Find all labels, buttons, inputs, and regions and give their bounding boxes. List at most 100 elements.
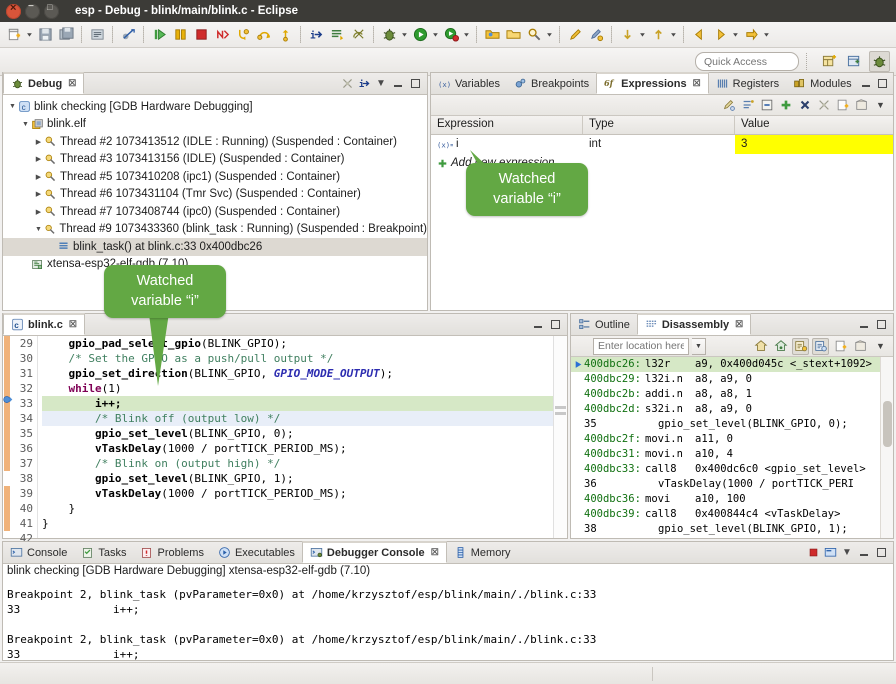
pencil-icon[interactable] — [565, 25, 585, 45]
previous-annotation-dropdown[interactable] — [669, 26, 678, 44]
maximize-icon[interactable] — [874, 318, 888, 332]
minimize-icon[interactable] — [531, 318, 545, 332]
forward-arrow-dropdown[interactable] — [762, 26, 771, 44]
tab-variables[interactable]: (x)= Variables — [431, 73, 507, 94]
run-launch-icon[interactable] — [410, 25, 430, 45]
instruction-stepping-icon[interactable]: i — [357, 77, 371, 91]
open-folder-icon[interactable] — [503, 25, 523, 45]
disconnect-icon[interactable] — [212, 25, 232, 45]
maximize-icon[interactable] — [876, 77, 890, 91]
debug-launch-dropdown[interactable] — [400, 26, 409, 44]
console-output[interactable]: Breakpoint 2, blink_task (pvParameter=0x… — [3, 581, 893, 660]
scrollbar-thumb[interactable] — [883, 401, 892, 447]
remove-all-icon[interactable] — [815, 97, 832, 114]
markocc-icon[interactable] — [586, 25, 606, 45]
disassembly-line[interactable]: 400dbc2b: addi.n a8, a8, 1 — [571, 387, 893, 402]
new-watchlist-icon[interactable] — [834, 97, 851, 114]
show-logical-structure-icon[interactable] — [739, 97, 756, 114]
disassembly-line[interactable]: 400dbc39: call8 0x400844c4 <vTaskDelay> — [571, 507, 893, 522]
debug-tree-row[interactable]: Thread #9 1073433360 (blink_task : Runni… — [3, 221, 427, 239]
view-menu-icon[interactable]: ▼ — [872, 338, 889, 355]
chevron-down-icon[interactable] — [7, 103, 18, 110]
debug-launch-icon[interactable] — [379, 25, 399, 45]
disassembly-list[interactable]: 400dbc26: l32r a9, 0x400d045c <_stext+10… — [571, 357, 893, 538]
back-navigation-icon[interactable] — [689, 25, 709, 45]
minimize-icon[interactable] — [857, 546, 871, 560]
build-all-icon[interactable] — [87, 25, 107, 45]
use-step-filters-icon[interactable] — [348, 25, 368, 45]
breakpoint-icon[interactable] — [2, 394, 13, 405]
open-perspective-icon[interactable] — [819, 51, 840, 72]
disassembly-line[interactable]: 400dbc36: movi a10, 100 — [571, 492, 893, 507]
next-annotation-icon[interactable] — [617, 25, 637, 45]
suspend-icon[interactable] — [170, 25, 190, 45]
tab-tasks[interactable]: Tasks — [74, 542, 133, 563]
external-tools-dropdown[interactable] — [462, 26, 471, 44]
column-header-value[interactable]: Value — [735, 116, 893, 134]
disassembly-line[interactable]: 400dbc33: call8 0x400dc6c0 <gpio_set_lev… — [571, 462, 893, 477]
tab-memory[interactable]: Memory — [447, 542, 518, 563]
location-input[interactable] — [593, 338, 689, 355]
tab-expressions[interactable]: 6f Expressions ☒ — [596, 72, 709, 94]
terminate-icon[interactable] — [806, 546, 820, 560]
debug-tree-row[interactable]: blink.elf — [3, 116, 427, 134]
disassembly-line[interactable]: 400dbc29: l32i.n a8, a9, 0 — [571, 372, 893, 387]
debug-tree-row[interactable]: c blink checking [GDB Hardware Debugging… — [3, 98, 427, 116]
debug-tree-row[interactable]: Thread #5 1073410208 (ipc1) (Suspended :… — [3, 168, 427, 186]
show-type-names-icon[interactable] — [720, 97, 737, 114]
maximize-icon[interactable] — [548, 318, 562, 332]
save-all-icon[interactable] — [56, 25, 76, 45]
close-icon[interactable]: ☒ — [69, 319, 77, 330]
pin-view-icon[interactable] — [852, 338, 869, 355]
disassembly-line[interactable]: 400dbc2d: s32i.n a8, a9, 0 — [571, 402, 893, 417]
debug-tree-row[interactable]: Thread #6 1073431104 (Tmr Svc) (Suspende… — [3, 186, 427, 204]
disassembly-line[interactable]: 400dbc2f: movi.n a11, 0 — [571, 432, 893, 447]
minimize-icon[interactable] — [391, 77, 405, 91]
forward-dropdown[interactable] — [731, 26, 740, 44]
skip-breakpoints-icon[interactable] — [118, 25, 138, 45]
debug-tree-row[interactable]: Thread #7 1073408744 (ipc0) (Suspended :… — [3, 203, 427, 221]
location-dropdown-icon[interactable]: ▼ — [692, 338, 706, 355]
new-view-icon[interactable] — [832, 338, 849, 355]
maximize-icon[interactable] — [874, 546, 888, 560]
chevron-right-icon[interactable] — [33, 155, 44, 163]
goto-pc-icon[interactable] — [772, 338, 789, 355]
cpp-perspective-icon[interactable] — [844, 51, 865, 72]
editor-overview-ruler[interactable] — [553, 336, 567, 538]
instruction-stepping-icon[interactable]: i — [306, 25, 326, 45]
new-wizard-icon[interactable] — [4, 25, 24, 45]
tab-blink-c[interactable]: c blink.c ☒ — [3, 313, 85, 335]
forward-navigation-icon[interactable] — [710, 25, 730, 45]
debug-tree-row[interactable]: Thread #2 1073413512 (IDLE : Running) (S… — [3, 133, 427, 151]
close-icon[interactable]: ☒ — [693, 78, 701, 89]
drop-to-frame-icon[interactable] — [327, 25, 347, 45]
tab-disassembly[interactable]: Disassembly ☒ — [637, 313, 751, 335]
close-button[interactable] — [6, 4, 21, 19]
tab-outline[interactable]: Outline — [571, 314, 637, 335]
debug-tree-row-selected[interactable]: blink_task() at blink.c:33 0x400dbc26 — [3, 238, 427, 256]
code-editor[interactable]: 29303132 33343536 37383940 414243▽ 44454… — [3, 336, 567, 538]
chevron-down-icon[interactable] — [20, 121, 31, 128]
disassembly-line[interactable]: 400dbc3c: movi.n a11, 1 — [571, 537, 893, 538]
disassembly-line[interactable]: 400dbc31: movi.n a10, 4 — [571, 447, 893, 462]
home-icon[interactable] — [752, 338, 769, 355]
collapse-all-icon[interactable] — [758, 97, 775, 114]
close-icon[interactable]: ☒ — [68, 78, 76, 89]
disassembly-line-current[interactable]: 400dbc26: l32r a9, 0x400d045c <_stext+10… — [571, 357, 893, 372]
tab-console[interactable]: Console — [3, 542, 74, 563]
tab-problems[interactable]: Problems — [133, 542, 210, 563]
minimize-icon[interactable] — [857, 318, 871, 332]
previous-annotation-icon[interactable] — [648, 25, 668, 45]
step-into-icon[interactable] — [233, 25, 253, 45]
column-header-expression[interactable]: Expression — [431, 116, 583, 134]
search-dropdown[interactable] — [545, 26, 554, 44]
add-expression-icon[interactable] — [777, 97, 794, 114]
minimize-icon[interactable] — [859, 77, 873, 91]
forward-arrow-icon[interactable] — [741, 25, 761, 45]
view-menu-icon[interactable]: ▼ — [374, 77, 388, 91]
new-wizard-dropdown[interactable] — [25, 26, 34, 44]
remove-all-terminated-icon[interactable] — [340, 77, 354, 91]
maximize-button[interactable] — [44, 4, 59, 19]
display-selected-console-icon[interactable] — [823, 546, 837, 560]
chevron-right-icon[interactable] — [33, 173, 44, 181]
